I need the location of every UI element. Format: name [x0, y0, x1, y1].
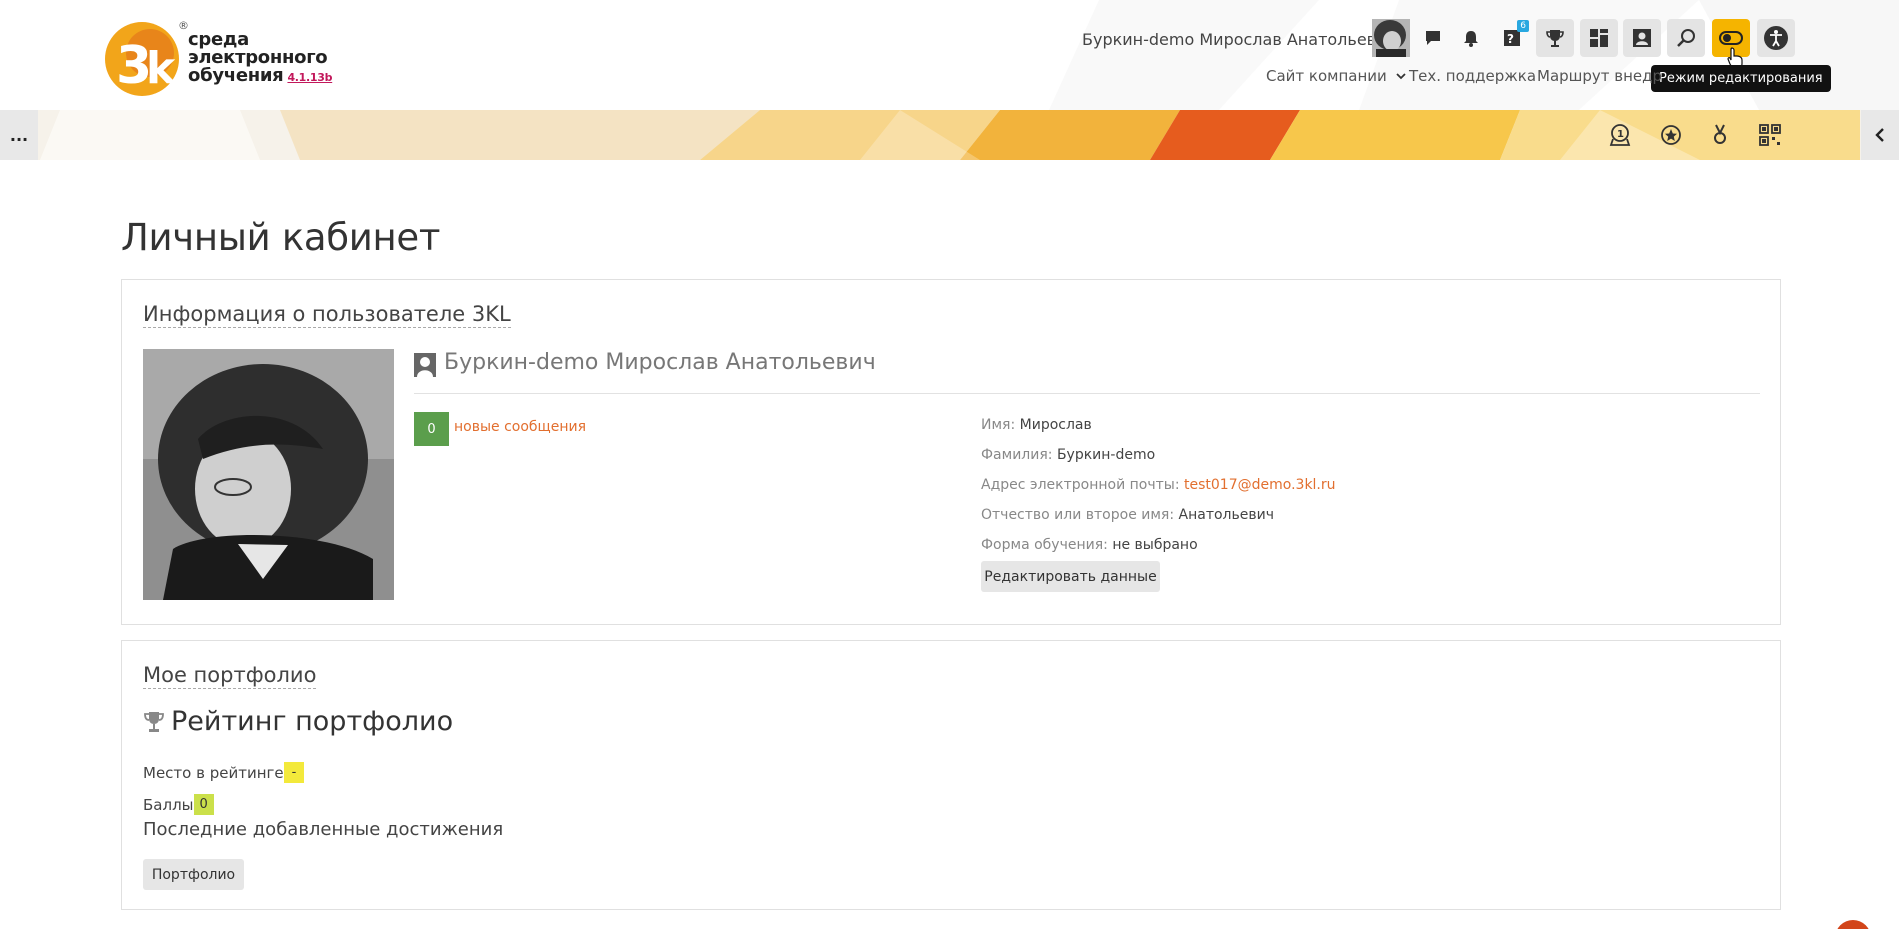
notifications-button[interactable] — [1452, 19, 1490, 57]
points-value: 0 — [193, 794, 214, 815]
nav-company-site[interactable]: Сайт компании — [1266, 67, 1406, 85]
field-email-label: Адрес электронной почты: — [981, 477, 1180, 493]
profile-full-name: Буркин-demo Мирослав Анатольевич — [444, 350, 876, 375]
portfolio-button[interactable]: Портфолио — [143, 859, 244, 890]
field-middle-name-value: Анатольевич — [1178, 507, 1274, 523]
rating-place-label: Место в рейтинге — [143, 763, 284, 782]
nav-support[interactable]: Тех. поддержка — [1409, 67, 1536, 85]
qr-icon — [1759, 124, 1781, 146]
rating-title: Рейтинг портфолио — [171, 706, 454, 737]
banner-star-button[interactable] — [1658, 122, 1684, 148]
logo-line-3: обучения 4.1.13b — [188, 65, 333, 87]
star-badge-icon — [1661, 125, 1681, 145]
profile-name-row: Буркин-demo Мирослав Анатольевич — [414, 350, 1760, 394]
page-title: Личный кабинет — [121, 216, 441, 259]
accessibility-button[interactable] — [1757, 19, 1795, 57]
medal-icon — [1714, 124, 1726, 144]
svg-text:k: k — [146, 43, 177, 94]
sidebar-toggle-button[interactable] — [1861, 110, 1899, 160]
field-last-name: Фамилия: Буркин-demo — [981, 447, 1155, 463]
edit-data-button[interactable]: Редактировать данные — [981, 561, 1160, 592]
field-email-link[interactable]: test017@demo.3kl.ru — [1184, 477, 1336, 493]
field-study-form-label: Форма обучения: — [981, 537, 1108, 553]
points-row: Баллы 0 — [143, 794, 214, 815]
help-button[interactable]: ? 6 — [1494, 19, 1532, 57]
field-first-name: Имя: Мирослав — [981, 417, 1092, 433]
banner-menu-button[interactable]: ... — [0, 110, 38, 160]
field-email: Адрес электронной почты: test017@demo.3k… — [981, 477, 1336, 493]
help-badge: 6 — [1517, 20, 1529, 32]
logo-line-3-text: обучения — [188, 65, 284, 86]
scroll-top-button[interactable] — [1835, 920, 1871, 929]
logo-3k-icon: 3 k — [105, 22, 179, 96]
field-study-form: Форма обучения: не выбрано — [981, 537, 1198, 553]
svg-text:1: 1 — [1617, 129, 1624, 140]
edit-mode-tooltip: Режим редактирования — [1651, 65, 1831, 92]
chevron-down-icon — [1395, 73, 1406, 80]
bell-icon — [1464, 31, 1478, 47]
field-first-name-value: Мирослав — [1019, 417, 1092, 433]
field-middle-name: Отчество или второе имя: Анатольевич — [981, 507, 1274, 523]
banner-leaderboard-button[interactable]: 1 — [1607, 122, 1633, 148]
portfolio-card: Мое портфолио Рейтинг портфолио Место в … — [121, 640, 1781, 910]
header: 3 k ® среда электронного обучения 4.1.13b… — [0, 0, 1899, 110]
user-info-card: Информация о пользователе 3KL Буркин-dem… — [121, 279, 1781, 625]
trophy-icon — [144, 711, 164, 732]
svg-text:?: ? — [1507, 32, 1514, 46]
user-portrait-icon — [414, 353, 436, 377]
leaderboard-icon: 1 — [1609, 124, 1631, 146]
messages-button[interactable] — [1414, 19, 1452, 57]
dashboard-icon — [1590, 29, 1608, 47]
message-count-badge: 0 — [414, 412, 449, 446]
achievements-button[interactable] — [1536, 19, 1574, 57]
logo[interactable]: 3 k ® среда электронного обучения 4.1.13b — [104, 17, 333, 101]
field-study-form-value: не выбрано — [1112, 537, 1198, 553]
user-name[interactable]: Буркин-demo Мирослав Анатольевич — [1082, 30, 1396, 49]
logo-text: среда электронного обучения 4.1.13b — [188, 31, 333, 87]
new-messages-link[interactable]: новые сообщения — [454, 419, 586, 435]
user-photo-image — [143, 349, 394, 600]
logo-version[interactable]: 4.1.13b — [287, 71, 332, 84]
profile-card-button[interactable] — [1623, 19, 1661, 57]
field-first-name-label: Имя: — [981, 417, 1016, 433]
field-middle-name-label: Отчество или второе имя: — [981, 507, 1175, 523]
points-label: Баллы — [143, 795, 194, 814]
dashboard-button[interactable] — [1580, 19, 1618, 57]
user-avatar[interactable] — [1372, 19, 1410, 57]
user-photo — [143, 349, 394, 600]
search-button[interactable] — [1667, 19, 1705, 57]
recent-achievements-heading: Последние добавленные достижения — [143, 819, 504, 840]
trophy-icon — [1546, 30, 1564, 47]
banner-medal-button[interactable] — [1707, 122, 1733, 148]
banner: ... 1 — [0, 110, 1899, 160]
rating-place-value: - — [283, 762, 305, 783]
rating-heading: Рейтинг портфолио — [143, 706, 453, 737]
banner-qr-button[interactable] — [1757, 122, 1783, 148]
rating-place-row: Место в рейтинге - — [143, 762, 305, 783]
nav-company-site-label: Сайт компании — [1266, 67, 1387, 85]
profile-card-icon — [1633, 29, 1651, 47]
search-icon — [1677, 29, 1695, 47]
chat-icon — [1426, 31, 1440, 45]
nav-route[interactable]: Маршрут внедр — [1537, 67, 1662, 85]
field-last-name-value: Буркин-demo — [1056, 447, 1156, 463]
portfolio-title[interactable]: Мое портфолио — [143, 662, 317, 689]
avatar-photo — [1372, 19, 1410, 57]
chevron-left-icon — [1875, 128, 1884, 142]
accessibility-icon — [1764, 26, 1788, 50]
user-info-title[interactable]: Информация о пользователе 3KL — [143, 301, 511, 328]
field-last-name-label: Фамилия: — [981, 447, 1053, 463]
